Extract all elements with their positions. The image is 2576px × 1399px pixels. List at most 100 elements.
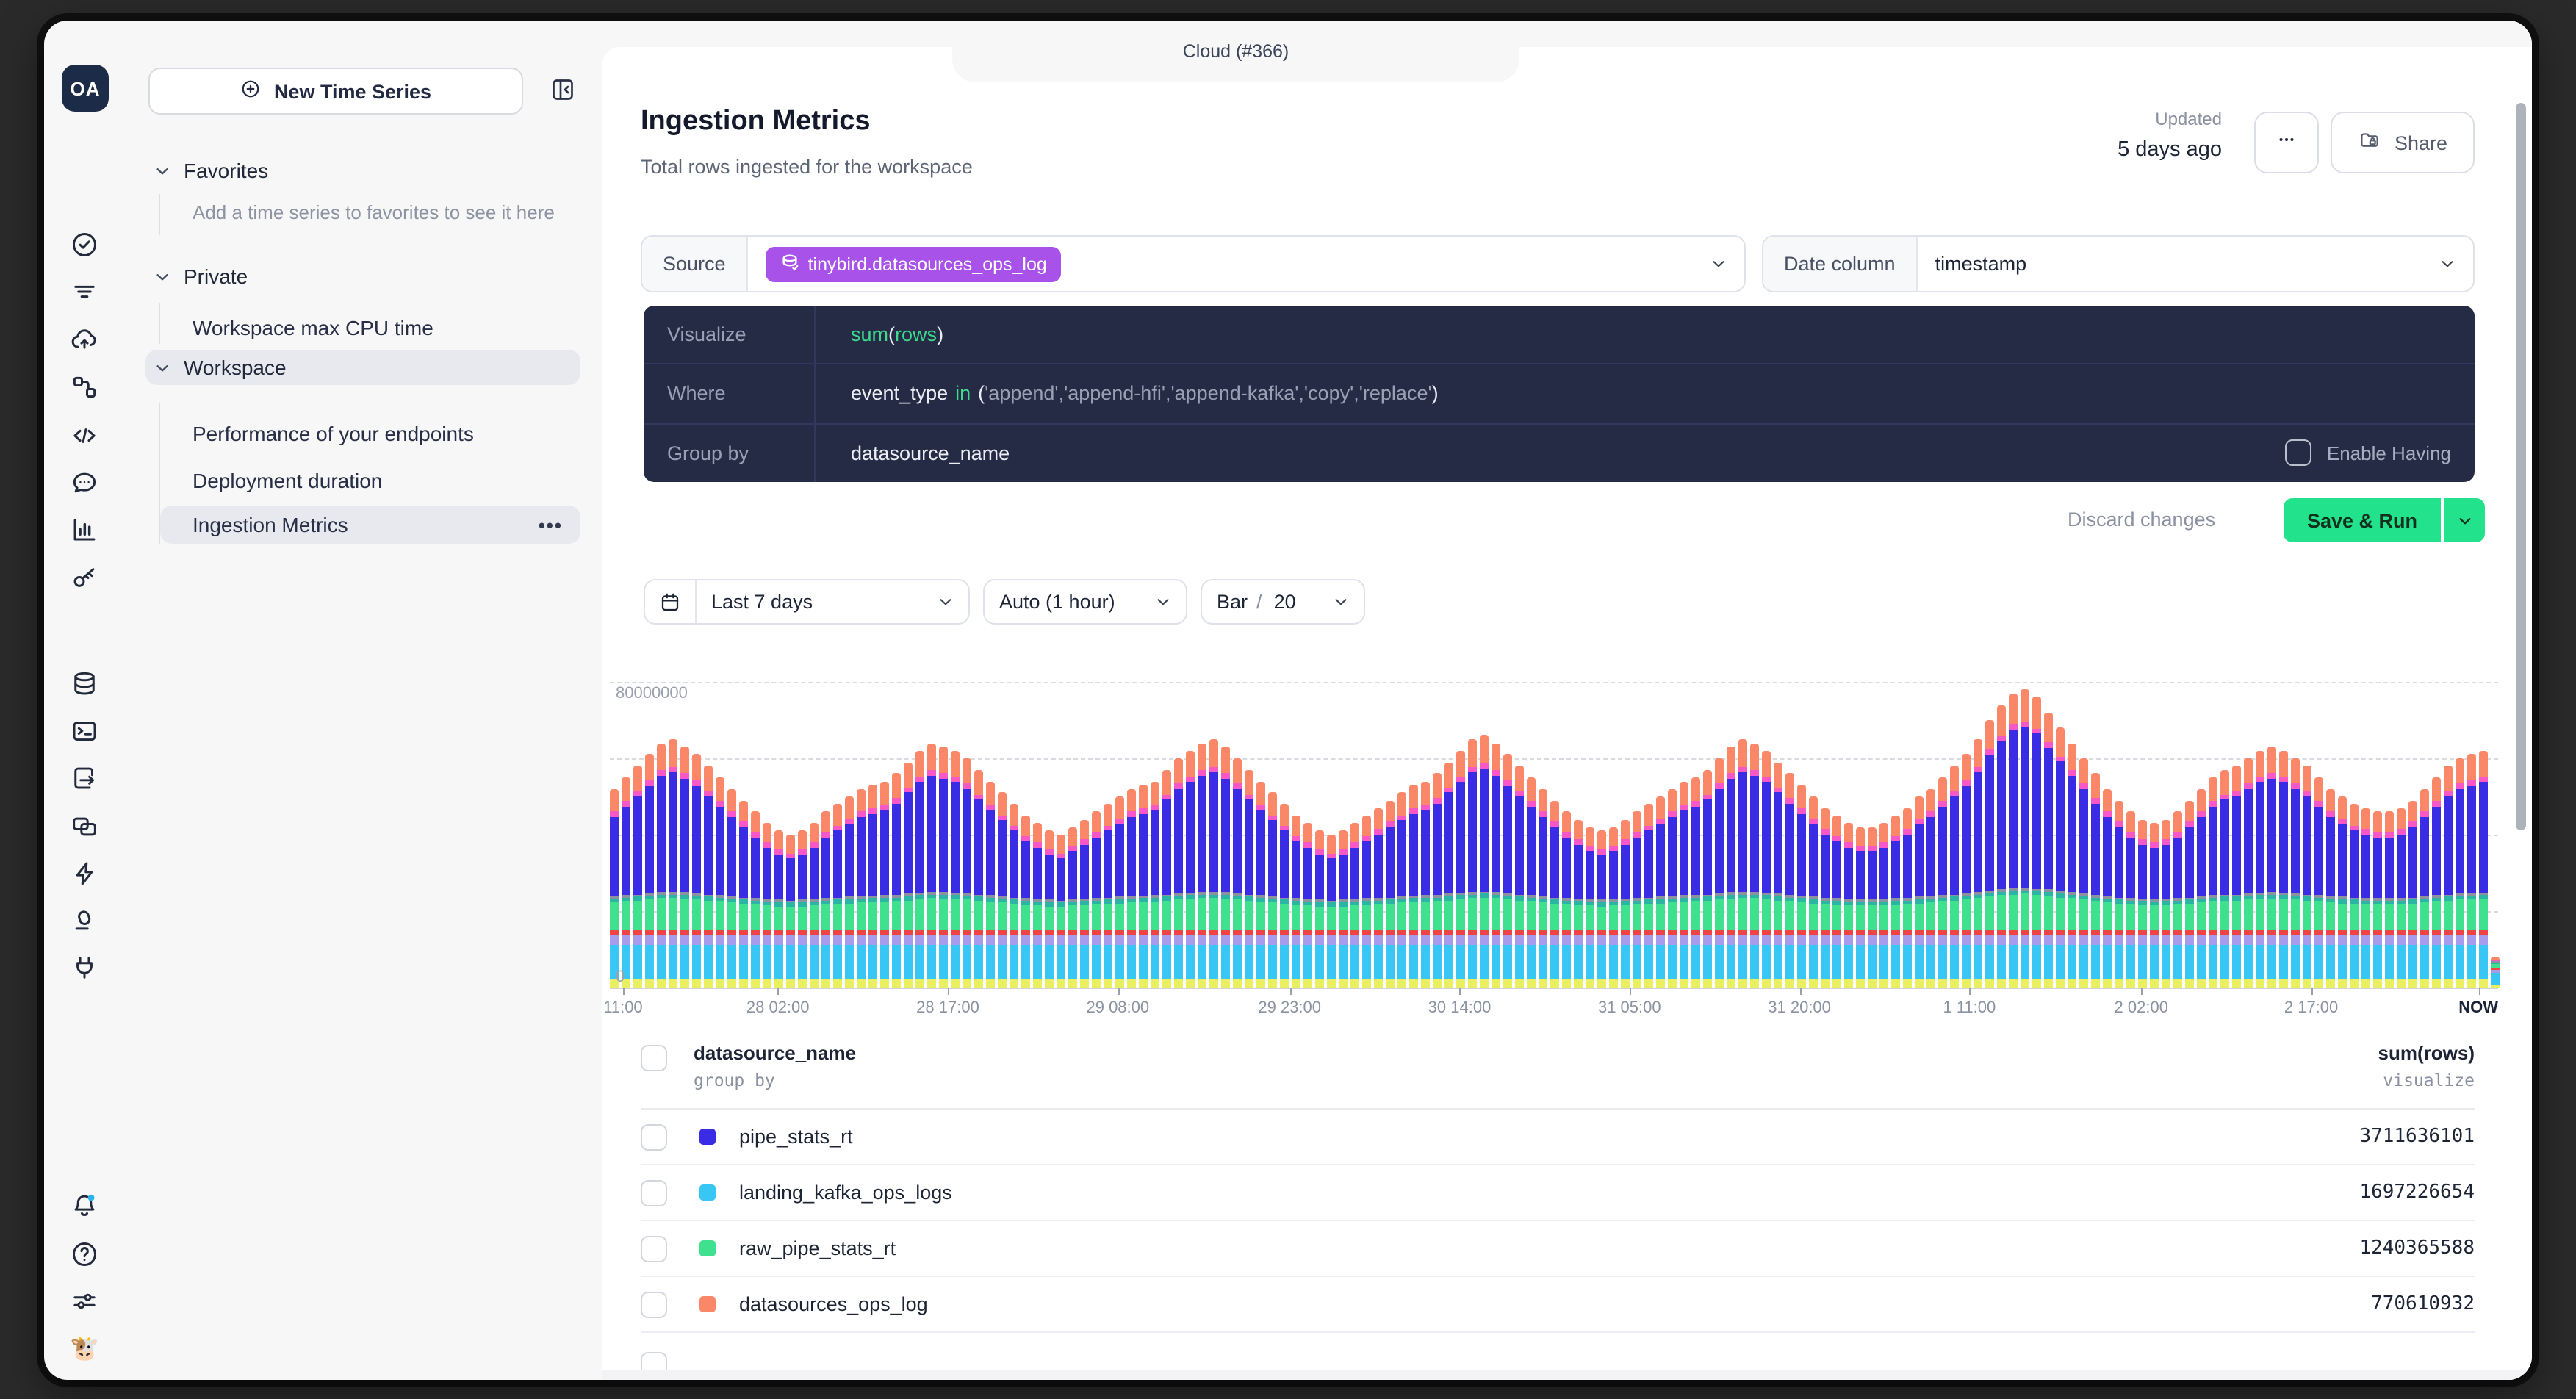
code-icon[interactable] [69, 420, 100, 450]
environment-tab[interactable]: Cloud (#366) [952, 21, 1519, 82]
stacked-bar[interactable] [1409, 785, 1417, 988]
sidebar-item-performance-of-your-endpoints[interactable]: Performance of your endpoints [184, 414, 580, 453]
sidebar-item-workspace-max-cpu-time[interactable]: Workspace max CPU time [184, 309, 580, 347]
chat-icon[interactable] [69, 467, 100, 498]
sidebar-section-private[interactable]: Private [145, 259, 580, 294]
stacked-bar[interactable] [1280, 805, 1288, 988]
table-row[interactable]: pipe_stats_rt3711636101 [641, 1110, 2475, 1165]
row-checkbox[interactable] [641, 1123, 667, 1150]
item-more-icon[interactable]: ••• [539, 514, 563, 536]
plug-icon[interactable] [69, 952, 100, 983]
granularity-select[interactable]: Auto (1 hour) [983, 579, 1187, 625]
stacked-bar[interactable] [1574, 819, 1582, 988]
stacked-bar[interactable] [1644, 805, 1652, 988]
stacked-bar[interactable] [2197, 789, 2205, 988]
stacked-bar[interactable] [1209, 739, 1217, 988]
row-checkbox[interactable] [641, 1179, 667, 1206]
stacked-bar[interactable] [1797, 785, 1805, 988]
stacked-bar[interactable] [2091, 774, 2099, 988]
stacked-bar[interactable] [2432, 777, 2440, 988]
stacked-bar[interactable] [1997, 705, 2005, 988]
stacked-bar[interactable] [880, 781, 888, 988]
sliders-icon[interactable] [69, 1286, 100, 1317]
sidebar-item-deployment-duration[interactable]: Deployment duration [184, 461, 580, 500]
stacked-bar[interactable] [2420, 789, 2428, 988]
stacked-bar[interactable] [1527, 777, 1535, 988]
database-icon[interactable] [69, 669, 100, 700]
chart-type-select[interactable]: Bar / 20 [1201, 579, 1365, 625]
groupby-row[interactable]: Group by datasource_name Enable Having [644, 424, 2475, 482]
stacked-bar[interactable] [657, 743, 665, 988]
stacked-bar[interactable] [2350, 805, 2358, 988]
stacked-bar[interactable] [1397, 793, 1406, 988]
stacked-bar[interactable] [1809, 796, 1817, 988]
stacked-bar[interactable] [2115, 800, 2123, 988]
stacked-bar[interactable] [2397, 808, 2405, 988]
stacked-bar[interactable] [1468, 739, 1476, 988]
stacked-bar[interactable] [2408, 800, 2417, 988]
stacked-bar[interactable] [998, 793, 1006, 988]
stacked-bar[interactable] [1162, 770, 1170, 988]
stacked-bar[interactable] [1621, 819, 1629, 988]
sidebar-section-favorites[interactable]: Favorites [145, 153, 580, 188]
sink-icon[interactable] [69, 905, 100, 936]
stacked-bar[interactable] [1245, 770, 1253, 988]
stacked-bar[interactable] [2444, 766, 2452, 988]
stacked-bar[interactable] [2056, 728, 2064, 988]
stacked-bar[interactable] [1492, 743, 1500, 988]
stacked-bar[interactable] [1785, 774, 1794, 988]
stacked-bar[interactable] [2291, 758, 2299, 988]
select-all-checkbox[interactable] [641, 1045, 667, 1071]
stacked-bar[interactable] [1021, 816, 1029, 988]
help-icon[interactable] [69, 1238, 100, 1269]
stacked-bar[interactable] [1586, 827, 1594, 988]
source-select[interactable]: Source tinybird.datasources_ops_log [641, 235, 1746, 292]
save-run-button[interactable]: Save & Run [2284, 498, 2441, 542]
stacked-bar[interactable] [1362, 816, 1370, 988]
stacked-bar[interactable] [1562, 812, 1570, 988]
stacked-bar[interactable] [1010, 805, 1018, 988]
stacked-bar[interactable] [2244, 758, 2252, 988]
stacked-bar[interactable] [739, 800, 747, 988]
stacked-bar[interactable] [1444, 762, 1453, 988]
stacked-bar[interactable] [716, 777, 724, 988]
stacked-bar[interactable] [1879, 824, 1888, 988]
stacked-bar[interactable] [1915, 796, 1923, 988]
stacked-bar[interactable] [1774, 762, 1782, 988]
stacked-bar[interactable] [1903, 808, 1911, 988]
discard-changes-button[interactable]: Discard changes [2068, 508, 2215, 531]
stacked-bar[interactable] [974, 770, 982, 988]
stacked-bar[interactable] [1821, 808, 1829, 988]
bar-chart-icon[interactable] [69, 515, 100, 546]
stacked-bar[interactable] [821, 812, 830, 988]
stacked-bar[interactable] [786, 835, 794, 988]
filter-lines-icon[interactable] [69, 277, 100, 308]
stacked-bar[interactable] [645, 755, 653, 988]
collapse-sidebar-icon[interactable] [548, 75, 578, 104]
stacked-bar[interactable] [868, 785, 877, 988]
stacked-bar[interactable] [1539, 789, 1547, 988]
stacked-bar[interactable] [1974, 739, 1982, 988]
stacked-bar[interactable] [2338, 796, 2346, 988]
stacked-bar[interactable] [1045, 831, 1053, 988]
table-row[interactable]: datasources_ops_log770610932 [641, 1277, 2475, 1333]
stacked-bar[interactable] [751, 812, 759, 988]
sidebar-item-ingestion-metrics[interactable]: Ingestion Metrics••• [160, 506, 580, 544]
new-time-series-button[interactable]: New Time Series [148, 68, 523, 115]
stacked-bar[interactable] [1597, 831, 1605, 988]
stacked-bar[interactable] [1456, 751, 1464, 988]
stacked-bar[interactable] [1303, 824, 1312, 988]
stacked-bar[interactable] [2232, 766, 2240, 988]
row-checkbox[interactable] [641, 1291, 667, 1317]
stacked-bar[interactable] [810, 824, 818, 988]
stacked-bar[interactable] [1221, 747, 1229, 988]
stacked-bar[interactable] [2373, 812, 2381, 988]
stacked-bar[interactable] [1480, 736, 1488, 988]
stacked-bar[interactable] [833, 805, 841, 988]
time-series-chart[interactable]: 80000000 0 11:0028 02:0028 17:0029 08:00… [602, 667, 2520, 1035]
stacked-bar[interactable] [1656, 796, 1664, 988]
stacked-bar[interactable] [1186, 751, 1194, 988]
stacked-bar[interactable] [669, 739, 677, 988]
stacked-bar[interactable] [927, 743, 935, 988]
pipeline-icon[interactable] [69, 372, 100, 403]
